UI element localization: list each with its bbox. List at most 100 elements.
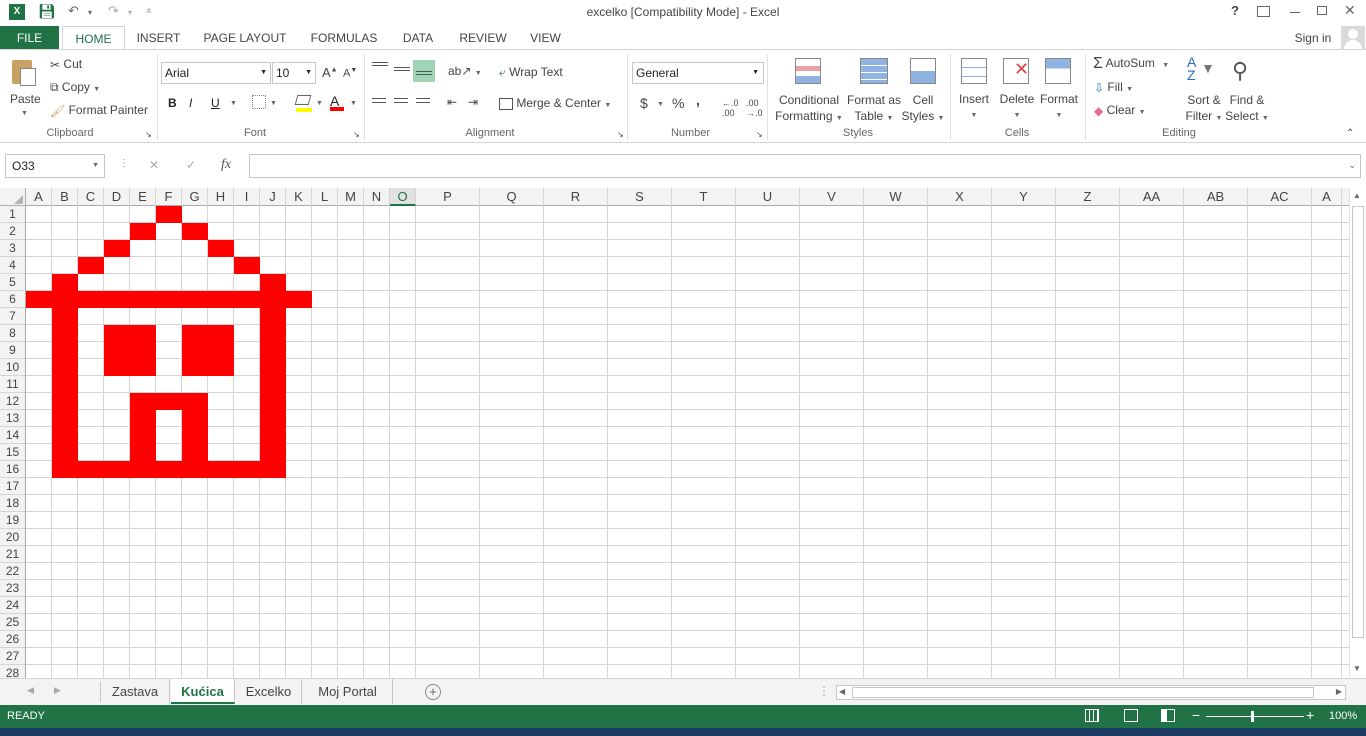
clear-button[interactable]: ◆ Clear ▼ xyxy=(1094,103,1146,118)
filled-cell-b7[interactable] xyxy=(52,308,78,325)
borders-icon[interactable] xyxy=(252,95,266,109)
column-header-ac[interactable]: AC xyxy=(1248,188,1312,206)
column-header-b[interactable]: B xyxy=(52,188,78,206)
filled-cell-c6[interactable] xyxy=(78,291,104,308)
close-icon[interactable]: ✕ xyxy=(1344,2,1356,19)
format-cells-icon[interactable] xyxy=(1045,58,1071,84)
cell-styles-button[interactable]: Cell Styles ▼ xyxy=(901,92,945,127)
currency-dropdown-icon[interactable]: ▼ xyxy=(657,101,664,108)
filled-cell-b15[interactable] xyxy=(52,444,78,461)
cancel-entry-icon[interactable]: ✕ xyxy=(149,158,159,172)
zoom-level[interactable]: 100% xyxy=(1329,710,1357,722)
clipboard-launcher-icon[interactable]: ↘ xyxy=(145,130,152,139)
row-header-20[interactable]: 20 xyxy=(0,529,25,546)
filled-cell-e15[interactable] xyxy=(130,444,156,461)
filled-cell-e12[interactable] xyxy=(130,393,156,410)
row-header-12[interactable]: 12 xyxy=(0,393,25,410)
filled-cell-e16[interactable] xyxy=(130,461,156,478)
filled-cell-b16[interactable] xyxy=(52,461,78,478)
filled-cell-b12[interactable] xyxy=(52,393,78,410)
filled-cell-f16[interactable] xyxy=(156,461,182,478)
filled-cell-e8[interactable] xyxy=(130,325,156,342)
delete-cells-button[interactable]: Delete ▼ xyxy=(997,92,1037,120)
copy-button[interactable]: ⧉ Copy ▼ xyxy=(50,80,100,95)
sheet-tab-excelko[interactable]: Excelko xyxy=(236,679,302,704)
filled-cell-g16[interactable] xyxy=(182,461,208,478)
insert-cells-icon[interactable] xyxy=(961,58,987,84)
sort-filter-button[interactable]: Sort & Filter ▼ xyxy=(1183,92,1225,127)
merge-center-button[interactable]: Merge & Center ▼ xyxy=(499,96,611,110)
column-header-u[interactable]: U xyxy=(736,188,800,206)
wrap-text-button[interactable]: ⤶ Wrap Text xyxy=(499,65,563,80)
column-header-q[interactable]: Q xyxy=(480,188,544,206)
row-header-15[interactable]: 15 xyxy=(0,444,25,461)
vertical-scroll-thumb[interactable] xyxy=(1352,206,1364,638)
filled-cell-d9[interactable] xyxy=(104,342,130,359)
filled-cell-c4[interactable] xyxy=(78,257,104,274)
borders-dropdown-icon[interactable]: ▼ xyxy=(270,100,277,107)
column-header-c[interactable]: C xyxy=(78,188,104,206)
filled-cell-b14[interactable] xyxy=(52,427,78,444)
conditional-formatting-icon[interactable] xyxy=(795,58,821,84)
insert-function-icon[interactable]: fx xyxy=(221,157,231,173)
filled-cell-e2[interactable] xyxy=(130,223,156,240)
filled-cell-e6[interactable] xyxy=(130,291,156,308)
filled-cell-g14[interactable] xyxy=(182,427,208,444)
filled-cell-h10[interactable] xyxy=(208,359,234,376)
column-header-o[interactable]: O xyxy=(390,188,416,206)
row-header-13[interactable]: 13 xyxy=(0,410,25,427)
filled-cell-g12[interactable] xyxy=(182,393,208,410)
help-icon[interactable]: ? xyxy=(1231,3,1239,18)
filled-cell-a6[interactable] xyxy=(26,291,52,308)
row-header-2[interactable]: 2 xyxy=(0,223,25,240)
row-header-23[interactable]: 23 xyxy=(0,580,25,597)
vertical-scrollbar[interactable]: ▲ ▼ xyxy=(1349,188,1366,678)
column-header-z[interactable]: Z xyxy=(1056,188,1120,206)
column-header-y[interactable]: Y xyxy=(992,188,1056,206)
horizontal-scroll-thumb[interactable] xyxy=(852,687,1314,698)
filled-cell-d6[interactable] xyxy=(104,291,130,308)
filled-cell-g9[interactable] xyxy=(182,342,208,359)
font-size-select[interactable]: 10 ▼ xyxy=(272,62,316,84)
column-header-n[interactable]: N xyxy=(364,188,390,206)
filled-cell-g10[interactable] xyxy=(182,359,208,376)
row-header-14[interactable]: 14 xyxy=(0,427,25,444)
format-as-table-icon[interactable] xyxy=(860,58,888,84)
filled-cell-j15[interactable] xyxy=(260,444,286,461)
filled-cell-b10[interactable] xyxy=(52,359,78,376)
font-color-button[interactable]: A xyxy=(330,93,344,111)
filled-cell-g13[interactable] xyxy=(182,410,208,427)
row-header-9[interactable]: 9 xyxy=(0,342,25,359)
filled-cell-e13[interactable] xyxy=(130,410,156,427)
row-header-4[interactable]: 4 xyxy=(0,257,25,274)
filled-cell-h8[interactable] xyxy=(208,325,234,342)
zoom-slider[interactable] xyxy=(1206,716,1304,717)
column-header-f[interactable]: F xyxy=(156,188,182,206)
scroll-right-icon[interactable]: ▶ xyxy=(1336,687,1342,696)
delete-cells-icon[interactable]: ✕ xyxy=(1003,58,1029,84)
column-header-aa[interactable]: AA xyxy=(1120,188,1184,206)
top-align-icon[interactable] xyxy=(372,62,388,66)
number-launcher-icon[interactable]: ↘ xyxy=(756,130,763,139)
fill-color-dropdown-icon[interactable]: ▼ xyxy=(316,100,323,107)
new-sheet-icon[interactable]: + xyxy=(425,684,441,700)
horizontal-scrollbar[interactable]: ◀ ▶ xyxy=(836,685,1346,700)
column-header-s[interactable]: S xyxy=(608,188,672,206)
find-select-button[interactable]: Find & Select ▼ xyxy=(1225,92,1269,127)
filled-cell-j10[interactable] xyxy=(260,359,286,376)
format-painter-button[interactable]: 🖌︎ Format Painter xyxy=(50,103,148,118)
sheet-tab-zastava[interactable]: Zastava xyxy=(101,679,170,704)
orientation-icon[interactable]: ab↗ ▼ xyxy=(448,64,482,78)
row-header-18[interactable]: 18 xyxy=(0,495,25,512)
increase-decimal-icon[interactable]: ←.0.00 xyxy=(722,98,739,118)
row-header-26[interactable]: 26 xyxy=(0,631,25,648)
normal-view-icon[interactable] xyxy=(1085,709,1099,722)
decrease-indent-icon[interactable]: ⇤ xyxy=(447,95,457,109)
column-header-ab[interactable]: AB xyxy=(1184,188,1248,206)
row-header-19[interactable]: 19 xyxy=(0,512,25,529)
select-all-corner[interactable] xyxy=(0,188,26,206)
tab-split-handle[interactable]: ⋮ xyxy=(818,684,830,698)
row-header-8[interactable]: 8 xyxy=(0,325,25,342)
sheet-tab-kucica[interactable]: Kućica xyxy=(171,679,235,704)
filled-cell-d16[interactable] xyxy=(104,461,130,478)
